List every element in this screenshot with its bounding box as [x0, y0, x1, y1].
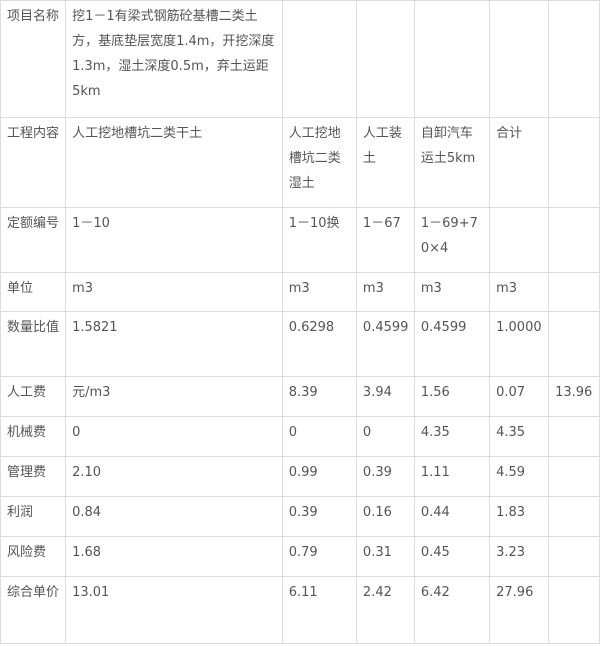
table-cell: 0.84 [65, 496, 283, 537]
table-cell: 1－69+70×4 [413, 207, 491, 273]
table-cell: 0.31 [355, 536, 415, 577]
row-header-cell: 管理费 [0, 456, 67, 497]
table-cell: 人工挖地槽坑二类湿土 [281, 117, 357, 208]
row-header-cell: 机械费 [0, 416, 67, 457]
table-cell: 0.39 [355, 456, 415, 497]
table-cell: 0.39 [281, 496, 357, 537]
table-cell [281, 0, 357, 118]
row-header-cell: 风险费 [0, 536, 67, 577]
table-cell [489, 207, 550, 273]
table-cell: 2.42 [355, 576, 415, 644]
row-header-cell: 数量比值 [0, 311, 67, 377]
table-cell: 1.5821 [65, 311, 283, 377]
table-cell [548, 117, 600, 208]
table-cell [489, 0, 550, 118]
table-cell: 1.68 [65, 536, 283, 577]
table-row: 项目名称 挖1－1有梁式钢筋砼基槽二类土方，基底垫层宽度1.4m，开挖深度1.3… [0, 0, 600, 118]
table-cell: 13.01 [65, 576, 283, 644]
table-cell: m3 [65, 272, 283, 312]
table-row: 人工费 元/m3 8.39 3.94 1.56 0.07 13.96 [0, 376, 600, 417]
table-cell [548, 272, 600, 312]
table-cell: 0.6298 [281, 311, 357, 377]
table-cell: 4.59 [489, 456, 550, 497]
table-row: 综合单价 13.01 6.11 2.42 6.42 27.96 [0, 576, 600, 644]
row-header-cell: 单位 [0, 272, 67, 312]
table-cell: 1.56 [413, 376, 491, 417]
table-cell: m3 [489, 272, 550, 312]
table-cell [548, 311, 600, 377]
table-cell: 0.07 [489, 376, 550, 417]
table-row: 数量比值 1.5821 0.6298 0.4599 0.4599 1.0000 [0, 311, 600, 377]
table-cell: 1－10换 [281, 207, 357, 273]
table-row: 利润 0.84 0.39 0.16 0.44 1.83 [0, 496, 600, 537]
table-cell: 人工挖地槽坑二类干土 [65, 117, 283, 208]
table-cell: 0.16 [355, 496, 415, 537]
table-cell: 1.11 [413, 456, 491, 497]
table-cell [413, 0, 491, 118]
table-cell: 1.83 [489, 496, 550, 537]
row-header-cell: 综合单价 [0, 576, 67, 644]
table-cell: 3.23 [489, 536, 550, 577]
table-cell: 0.45 [413, 536, 491, 577]
table-cell: 0.4599 [355, 311, 415, 377]
table-cell [548, 576, 600, 644]
table-cell: 0 [355, 416, 415, 457]
table-cell: 27.96 [489, 576, 550, 644]
table-cell: m3 [355, 272, 415, 312]
table-cell: 0.99 [281, 456, 357, 497]
table-cell [548, 0, 600, 118]
table-cell: 0.44 [413, 496, 491, 537]
table-cell: 1－67 [355, 207, 415, 273]
row-header-cell: 人工费 [0, 376, 67, 417]
table-cell [548, 207, 600, 273]
table-cell: 人工装土 [355, 117, 415, 208]
table-cell: 8.39 [281, 376, 357, 417]
table-cell: 元/m3 [65, 376, 283, 417]
table-cell: 0 [65, 416, 283, 457]
table-row: 机械费 0 0 0 4.35 4.35 [0, 416, 600, 457]
table-cell [355, 0, 415, 118]
table-cell [548, 416, 600, 457]
table-cell: 挖1－1有梁式钢筋砼基槽二类土方，基底垫层宽度1.4m，开挖深度1.3m，湿土深… [65, 0, 283, 118]
table-row: 管理费 2.10 0.99 0.39 1.11 4.59 [0, 456, 600, 497]
table-cell: 6.42 [413, 576, 491, 644]
table-cell: 0.4599 [413, 311, 491, 377]
table-cell: 4.35 [413, 416, 491, 457]
cost-table: 项目名称 挖1－1有梁式钢筋砼基槽二类土方，基底垫层宽度1.4m，开挖深度1.3… [0, 0, 600, 644]
table-cell: 自卸汽车运土5km [413, 117, 491, 208]
table-cell: 1.0000 [489, 311, 550, 377]
table-cell [548, 536, 600, 577]
table-cell [548, 496, 600, 537]
table-row: 定额编号 1－10 1－10换 1－67 1－69+70×4 [0, 207, 600, 273]
table-cell: 0 [281, 416, 357, 457]
table-row: 单位 m3 m3 m3 m3 m3 [0, 272, 600, 312]
table-cell [548, 456, 600, 497]
table-cell: 0.79 [281, 536, 357, 577]
table-cell: m3 [281, 272, 357, 312]
table-cell: 3.94 [355, 376, 415, 417]
table-cell: 13.96 [548, 376, 600, 417]
table-cell: 6.11 [281, 576, 357, 644]
row-header-cell: 工程内容 [0, 117, 67, 208]
row-header-cell: 定额编号 [0, 207, 67, 273]
row-header-cell: 项目名称 [0, 0, 67, 118]
table-row: 工程内容 人工挖地槽坑二类干土 人工挖地槽坑二类湿土 人工装土 自卸汽车运土5k… [0, 117, 600, 208]
table-cell: 2.10 [65, 456, 283, 497]
table-cell: 1－10 [65, 207, 283, 273]
table-row: 风险费 1.68 0.79 0.31 0.45 3.23 [0, 536, 600, 577]
table-cell: m3 [413, 272, 491, 312]
row-header-cell: 利润 [0, 496, 67, 537]
table-cell: 合计 [489, 117, 550, 208]
table-cell: 4.35 [489, 416, 550, 457]
